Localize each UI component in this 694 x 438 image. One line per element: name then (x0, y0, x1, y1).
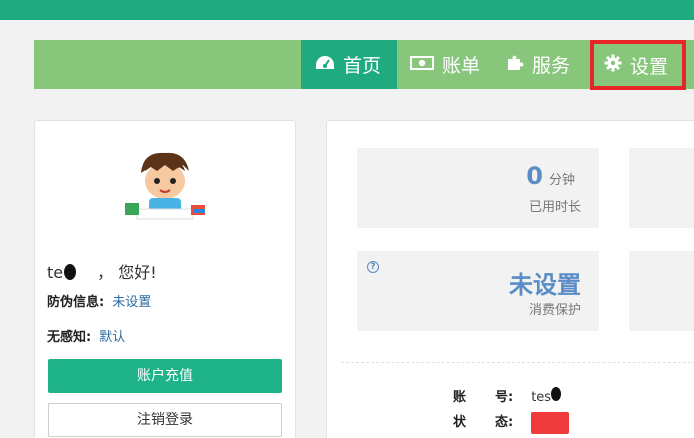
status-badge (531, 411, 570, 434)
silent-label: 无感知: (47, 330, 92, 345)
top-bar (0, 0, 694, 20)
profile-card: te ， 您好! 防伪信息: 未设置 无感知: 默认 账户充值 注销登录 (34, 120, 296, 438)
money-icon (410, 54, 434, 76)
protect-stat: ? 未设置 消费保护 (357, 251, 599, 331)
anti-fake-label: 防伪信息: (47, 295, 105, 310)
anti-fake-value[interactable]: 未设置 (112, 295, 151, 310)
status-key-1: 状 (453, 415, 467, 430)
usage-value: 0 (526, 162, 543, 190)
silent-row: 无感知: 默认 (47, 326, 125, 345)
protect-label: 消费保护 (528, 303, 581, 318)
gear-icon (604, 54, 622, 77)
logout-button[interactable]: 注销登录 (48, 403, 282, 437)
usage-value-row: 0 分钟 (526, 162, 575, 190)
usage-unit: 分钟 (548, 173, 575, 188)
account-key-1: 账 (453, 390, 467, 405)
stat-panel-2 (629, 148, 694, 228)
greeting-text: te ， 您好! (47, 259, 157, 283)
avatar (119, 143, 211, 235)
recharge-button[interactable]: 账户充值 (48, 359, 282, 393)
account-value: tes (531, 390, 552, 405)
nav-label-settings: 设置 (630, 55, 669, 78)
help-icon[interactable]: ? (367, 261, 379, 273)
username: te (47, 263, 64, 282)
redaction-mark (63, 264, 97, 280)
greeting-suffix: ， 您好! (97, 263, 157, 282)
redaction-mark (551, 387, 562, 401)
anti-fake-row: 防伪信息: 未设置 (47, 291, 151, 310)
status-key-2: 态: (495, 415, 514, 430)
silent-value[interactable]: 默认 (99, 330, 125, 345)
puzzle-icon (506, 53, 524, 76)
dashboard-card: 0 分钟 已用时长 ? 未设置 消费保护 账 号: tes 状 态: (326, 120, 694, 438)
nav-item-bill[interactable]: 账单 (410, 40, 500, 89)
usage-label: 已用时长 (528, 200, 581, 215)
nav-item-settings[interactable]: 设置 (590, 40, 686, 90)
protect-value: 未设置 (509, 271, 581, 299)
account-row: 账 号: tes (453, 386, 562, 405)
dashboard-icon (315, 54, 335, 76)
main-nav: 首页 账单 服务 设置 (34, 40, 694, 90)
account-key-2: 号: (495, 390, 514, 405)
nav-label-service: 服务 (532, 55, 571, 77)
usage-stat: 0 分钟 已用时长 (357, 148, 599, 228)
nav-label-home: 首页 (343, 55, 382, 77)
nav-label-bill: 账单 (442, 55, 481, 77)
stat-panel-4 (629, 251, 694, 331)
divider (341, 362, 694, 363)
status-row: 状 态: (453, 411, 570, 434)
nav-item-home[interactable]: 首页 (301, 40, 397, 89)
